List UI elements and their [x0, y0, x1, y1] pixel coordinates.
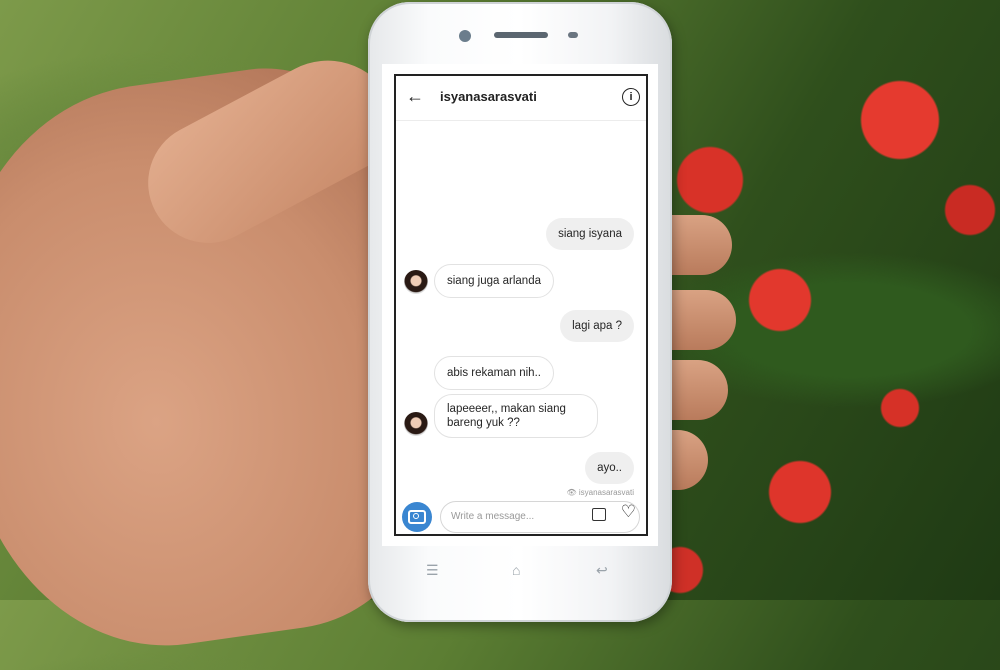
message-bubble-out: ayo.. [585, 452, 634, 484]
hardware-keys: ☰ ⌂ ↩ [368, 552, 672, 582]
earpiece-speaker [494, 32, 548, 38]
front-camera [459, 30, 471, 42]
info-icon[interactable]: i [622, 88, 640, 106]
message-composer: Write a message... ♡ [396, 496, 646, 536]
image-icon[interactable] [592, 508, 606, 521]
menu-key-icon[interactable]: ☰ [426, 562, 439, 579]
message-bubble-in: siang juga arlanda [434, 264, 554, 298]
chat-username: isyanasarasvati [440, 89, 537, 104]
avatar [404, 412, 428, 436]
chat-header: ← isyanasarasvati i [396, 76, 646, 121]
message-bubble-out: siang isyana [546, 218, 634, 250]
camera-button[interactable] [402, 502, 432, 532]
message-input[interactable]: Write a message... [440, 501, 640, 533]
message-bubble-in: abis rekaman nih.. [434, 356, 554, 390]
arrow-left-icon[interactable]: ← [406, 86, 424, 107]
home-key-icon[interactable]: ⌂ [512, 562, 520, 578]
heart-icon[interactable]: ♡ [621, 502, 636, 522]
message-bubble-in: lapeeeer,, makan siang bareng yuk ?? [434, 394, 598, 438]
camera-icon [408, 510, 426, 524]
chat-window: ← isyanasarasvati i siang isyana siang j… [394, 74, 648, 536]
screen: ← isyanasarasvati i siang isyana siang j… [382, 64, 658, 546]
proximity-sensor [568, 32, 578, 38]
avatar [404, 270, 428, 294]
back-key-icon[interactable]: ↩ [596, 562, 608, 579]
phone: ← isyanasarasvati i siang isyana siang j… [368, 2, 672, 622]
message-bubble-out: lagi apa ? [560, 310, 634, 342]
